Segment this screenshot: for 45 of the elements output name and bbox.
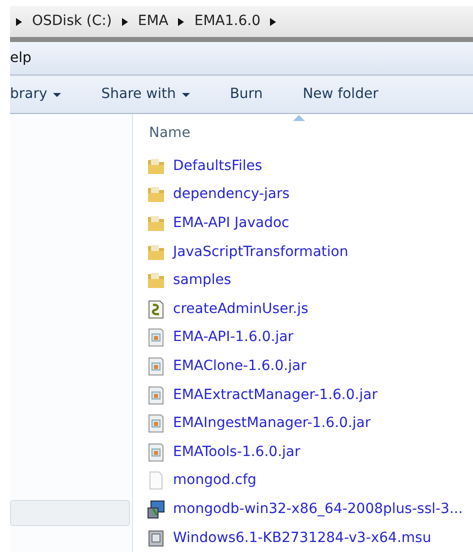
file-name[interactable]: dependency-jars: [173, 184, 290, 206]
file-name[interactable]: EMAExtractManager-1.6.0.jar: [173, 384, 378, 406]
file-name[interactable]: createAdminUser.js: [173, 298, 308, 320]
folder-icon: [148, 158, 164, 174]
folder-icon: [148, 187, 164, 202]
toolbar-button[interactable]: New folder: [288, 84, 396, 105]
chevron-icon: [16, 18, 22, 26]
file-name[interactable]: EMA-API Javadoc: [173, 212, 290, 234]
file-name[interactable]: samples: [173, 270, 232, 292]
chevron-icon: [270, 18, 276, 26]
file-name[interactable]: EMAClone-1.6.0.jar: [173, 356, 306, 377]
file-name[interactable]: EMAIngestManager-1.6.0.jar: [173, 413, 371, 434]
file-name[interactable]: Windows6.1-KB2731284-v3-x64.msu: [173, 528, 432, 549]
selected-nav-item[interactable]: [10, 500, 130, 526]
toolbar-button[interactable]: Burn: [216, 84, 281, 105]
file-name[interactable]: JavaScriptTransformation: [173, 242, 348, 263]
folder-icon: [148, 244, 164, 260]
installer-icon: [148, 500, 164, 518]
column-header[interactable]: Name: [147, 114, 196, 152]
package-icon: [148, 530, 164, 546]
chevron-icon: [178, 18, 184, 26]
toolbar-button[interactable]: Share with: [87, 84, 208, 105]
breadcrumb-link[interactable]: EMA: [138, 11, 168, 32]
toolbar-button[interactable]: brary: [10, 84, 80, 105]
file-name[interactable]: mongod.cfg: [173, 470, 256, 492]
jar-file-icon: [148, 414, 164, 433]
sort-arrow-icon: [293, 115, 305, 121]
file-name[interactable]: EMA-API-1.6.0.jar: [173, 327, 294, 348]
jar-file-icon: [148, 386, 164, 404]
chevron-icon: [122, 18, 128, 26]
file-name[interactable]: EMATools-1.6.0.jar: [173, 442, 300, 463]
jar-file-icon: [148, 357, 164, 376]
caret-icon: [182, 92, 190, 96]
jar-file-icon: [148, 443, 164, 462]
file-name[interactable]: DefaultsFiles: [173, 156, 262, 177]
breadcrumb-link[interactable]: OSDisk (C:): [32, 11, 112, 32]
menu-item[interactable]: elp: [10, 48, 32, 68]
file-icon: [150, 472, 162, 490]
folder-icon: [148, 273, 164, 288]
caret-icon: [53, 92, 62, 96]
jar-file-icon: [148, 328, 164, 347]
file-name[interactable]: mongodb-win32-x86_64-2008plus-ssl-3...: [173, 498, 463, 520]
script-file-icon: [148, 300, 164, 318]
breadcrumb-link[interactable]: EMA1.6.0: [194, 11, 260, 32]
folder-icon: [148, 216, 164, 231]
